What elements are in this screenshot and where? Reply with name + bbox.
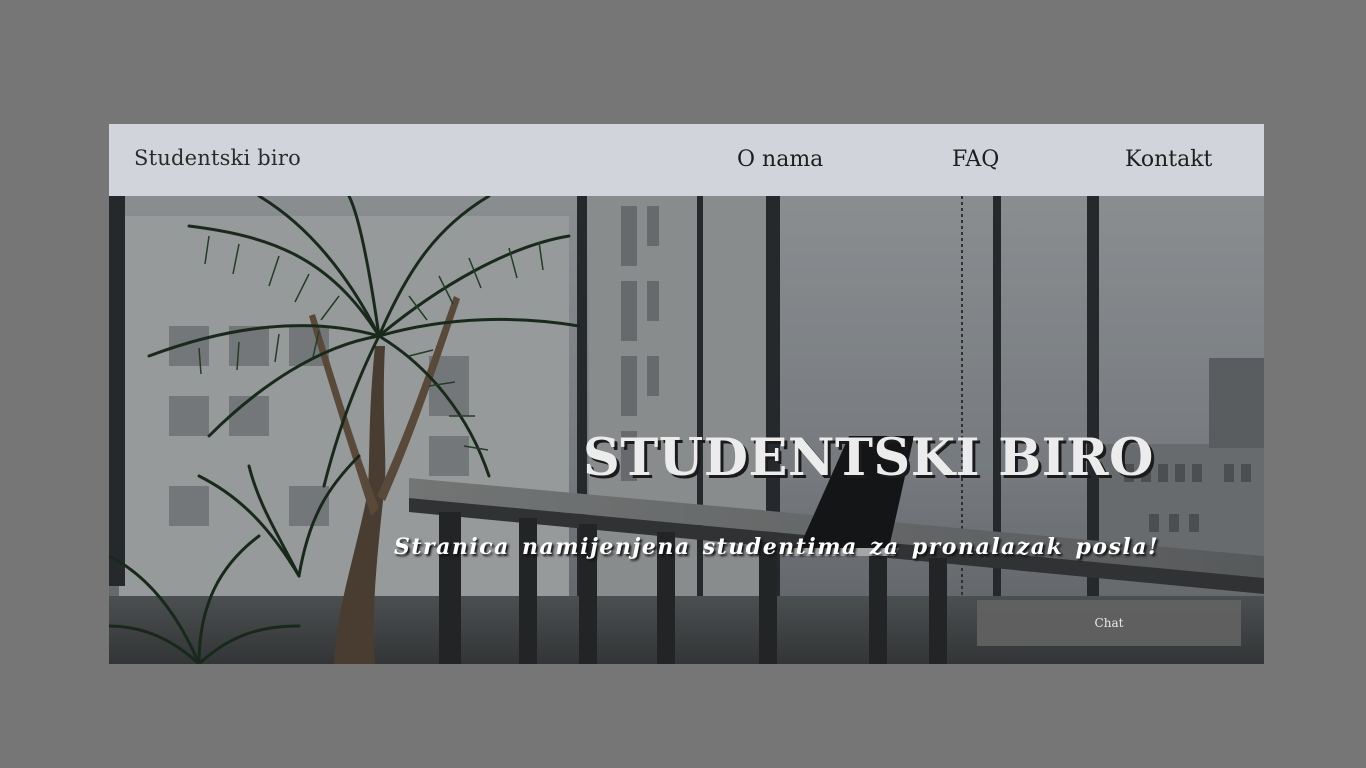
nav-link-faq[interactable]: FAQ bbox=[952, 147, 999, 172]
chat-button[interactable]: Chat bbox=[977, 600, 1241, 646]
navbar: Studentski biro O nama FAQ Kontakt bbox=[109, 124, 1264, 196]
hero-title: STUDENTSKI BIRO bbox=[583, 428, 1154, 489]
nav-link-contact[interactable]: Kontakt bbox=[1125, 147, 1212, 172]
website-viewport: Studentski biro O nama FAQ Kontakt STUDE… bbox=[109, 124, 1264, 664]
hero-subtitle: Stranica namijenjena studentima za prona… bbox=[394, 534, 1160, 560]
hero-section: STUDENTSKI BIRO Stranica namijenjena stu… bbox=[109, 196, 1264, 664]
nav-link-about[interactable]: O nama bbox=[737, 147, 823, 172]
brand-logo-link[interactable]: Studentski biro bbox=[134, 146, 301, 170]
